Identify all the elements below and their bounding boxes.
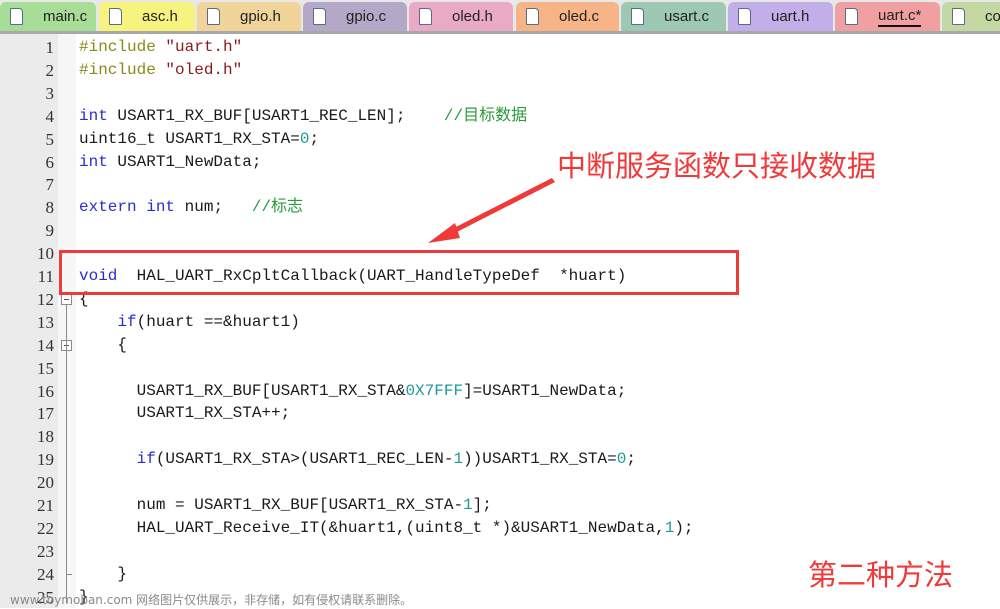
tab-co[interactable]: co (942, 2, 1000, 31)
file-icon (313, 8, 326, 25)
watermark-text: www.toymoban.com 网络图片仅供展示，非存储，如有侵权请联系删除。 (10, 593, 413, 607)
line-number: 5 (45, 129, 55, 149)
line-number: 12 (37, 289, 54, 309)
code-text: extern int num; //标志 (79, 198, 304, 217)
line-number: 11 (37, 267, 54, 286)
code-text: HAL_UART_Receive_IT(&huart1,(uint8_t *)&… (79, 518, 694, 537)
code-line[interactable]: 20 (0, 471, 1000, 494)
tab-label: uart.c* (878, 7, 922, 27)
code-line[interactable]: 14 { (0, 334, 1000, 357)
tab-label: asc.h (142, 8, 178, 25)
tab-label: oled.h (452, 8, 493, 25)
line-number: 8 (45, 198, 55, 218)
tab-main-c[interactable]: main.c (0, 2, 96, 31)
line-number: 4 (45, 106, 55, 126)
file-icon (207, 8, 220, 25)
tab-label: gpio.h (240, 8, 281, 25)
code-editor[interactable]: 1 #include "uart.h" 2 #include "oled.h" 3 4 in… (0, 34, 1000, 608)
line-number: 7 (45, 175, 55, 195)
fold-end-marker (66, 573, 72, 575)
code-line[interactable]: 16 USART1_RX_BUF[USART1_RX_STA&0X7FFF]=U… (0, 380, 1000, 403)
tab-label: main.c (43, 8, 88, 25)
tab-uart-c[interactable]: uart.c* (835, 2, 940, 31)
code-line[interactable]: 9 (0, 219, 1000, 242)
code-line[interactable]: 1 #include "uart.h" (0, 36, 1000, 59)
code-line[interactable]: 4 int USART1_RX_BUF[USART1_REC_LEN]; //目标… (0, 105, 1000, 128)
line-number: 18 (37, 427, 54, 447)
file-icon (419, 8, 432, 25)
line-number: 19 (37, 450, 54, 470)
method-annotation: 第二种方法 (808, 558, 954, 592)
code-line[interactable]: 15 (0, 357, 1000, 380)
file-icon (109, 8, 122, 25)
file-icon (631, 8, 644, 25)
line-number: 22 (37, 518, 54, 538)
line-number: 14 (37, 335, 54, 355)
code-text: USART1_RX_STA++; (79, 404, 291, 423)
code-text: num = USART1_RX_BUF[USART1_RX_STA-1]; (79, 496, 492, 514)
code-text: } (79, 564, 128, 583)
line-number: 24 (37, 564, 54, 584)
tab-usart-c[interactable]: usart.c (621, 2, 726, 31)
tab-asc-h[interactable]: asc.h (99, 2, 195, 31)
line-number: 20 (37, 473, 54, 493)
code-text: #include "uart.h" (79, 38, 243, 56)
line-number: 23 (37, 541, 54, 561)
tab-label: uart.h (771, 8, 810, 25)
line-number: 3 (45, 83, 55, 103)
code-text: if(huart ==&huart1) (117, 312, 300, 331)
line-number: 15 (37, 358, 54, 378)
code-text: { (79, 335, 128, 354)
code-text: #include "oled.h" (79, 60, 243, 79)
code-text: if(USART1_RX_STA>(USART1_REC_LEN-1))USAR… (136, 450, 636, 469)
line-number: 16 (37, 381, 54, 401)
file-icon (952, 8, 965, 25)
line-number: 2 (45, 60, 55, 80)
tab-uart-h[interactable]: uart.h (728, 2, 833, 31)
code-line[interactable]: 2 #include "oled.h" (0, 59, 1000, 82)
code-line[interactable]: 8 extern int num; //标志 (0, 196, 1000, 219)
code-line[interactable]: 22 HAL_UART_Receive_IT(&huart1,(uint8_t … (0, 517, 1000, 540)
line-number: 21 (37, 496, 54, 515)
fold-collapse-icon[interactable] (61, 293, 72, 305)
tab-oled-c[interactable]: oled.c (516, 2, 619, 31)
code-text: uint16_t USART1_RX_STA=0; (79, 129, 320, 148)
file-icon (845, 8, 858, 25)
code-line[interactable]: 3 (0, 82, 1000, 105)
line-number: 1 (45, 38, 55, 57)
tab-bar: main.c asc.h gpio.h gpio.c oled.h oled.c usart… (0, 0, 1000, 34)
tab-gpio-c[interactable]: gpio.c (303, 2, 407, 31)
line-number: 10 (37, 244, 54, 264)
fold-guide-line (66, 304, 67, 603)
tab-label: usart.c (664, 8, 710, 25)
line-number: 17 (37, 404, 54, 424)
file-icon (526, 8, 539, 25)
line-number: 13 (37, 312, 54, 332)
line-number: 9 (45, 221, 55, 241)
tab-label: oled.c (559, 8, 600, 25)
line-number: 6 (45, 152, 55, 172)
code-line[interactable]: 21 num = USART1_RX_BUF[USART1_RX_STA-1]; (0, 494, 1000, 517)
tab-label: co (985, 8, 1000, 25)
code-text: USART1_RX_BUF[USART1_RX_STA&0X7FFF]=USAR… (79, 381, 627, 400)
code-line[interactable]: 13 if(huart ==&huart1) (0, 311, 1000, 334)
code-text: int USART1_RX_BUF[USART1_REC_LEN]; //目标数… (79, 106, 528, 125)
code-line[interactable]: 18 (0, 425, 1000, 448)
code-line[interactable]: 17 USART1_RX_STA++; (0, 402, 1000, 425)
highlight-box-callback (59, 250, 739, 295)
code-text: int USART1_NewData; (79, 152, 262, 171)
callout-annotation: 中断服务函数只接收数据 (557, 149, 877, 183)
file-icon (10, 8, 23, 25)
tab-label: gpio.c (346, 8, 387, 25)
file-icon (738, 8, 751, 25)
tab-gpio-h[interactable]: gpio.h (197, 2, 301, 31)
code-line[interactable]: 19 if(USART1_RX_STA>(USART1_REC_LEN-1))U… (0, 448, 1000, 471)
tab-oled-h[interactable]: oled.h (409, 2, 513, 31)
